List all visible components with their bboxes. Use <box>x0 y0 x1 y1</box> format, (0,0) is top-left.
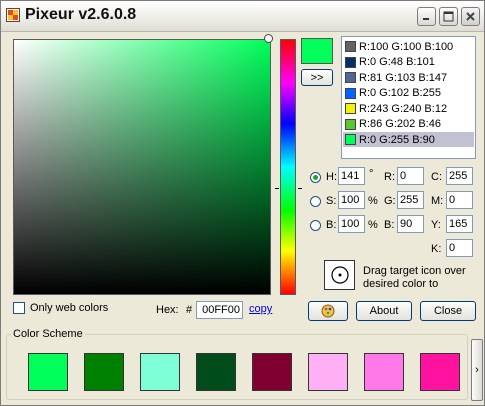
pixeur-window: Pixeur v2.6.0.8 >> R:100 G:100 B:100 R:0 … <box>0 0 485 406</box>
yellow-label: Y: <box>431 219 441 231</box>
color-scheme-title: Color Scheme <box>11 328 85 340</box>
magenta-field[interactable]: 0 <box>446 191 473 209</box>
history-label: R:0 G:102 B:255 <box>359 87 441 99</box>
brightness-unit: % <box>368 219 378 231</box>
red-field[interactable]: 0 <box>397 167 424 185</box>
scheme-swatch[interactable] <box>84 353 124 391</box>
copy-link[interactable]: copy <box>249 303 272 315</box>
web-colors-label: Only web colors <box>30 302 109 314</box>
history-item[interactable]: R:0 G:48 B:101 <box>343 55 474 70</box>
history-item[interactable]: R:86 G:202 B:46 <box>343 117 474 132</box>
hue-slider[interactable] <box>280 39 296 295</box>
history-swatch <box>345 134 356 145</box>
black-field[interactable]: 0 <box>446 239 473 257</box>
black-label: K: <box>431 243 442 255</box>
history-swatch <box>345 56 356 68</box>
cyan-field[interactable]: 255 <box>446 167 473 185</box>
add-to-history-button[interactable]: >> <box>301 69 333 86</box>
app-icon <box>6 8 20 22</box>
history-label: R:86 G:202 B:46 <box>359 118 441 130</box>
target-icon <box>330 266 349 284</box>
scheme-swatch[interactable] <box>420 353 460 391</box>
history-item[interactable]: R:243 G:240 B:12 <box>343 101 474 116</box>
target-instructions: Drag target icon over desired color to <box>363 265 466 290</box>
scheme-swatch[interactable] <box>28 353 68 391</box>
target-dropper[interactable] <box>324 260 355 290</box>
hue-field[interactable]: 141 <box>338 167 365 185</box>
close-icon <box>466 12 475 21</box>
hue-marker-right[interactable] <box>298 188 302 189</box>
scheme-swatch[interactable] <box>364 353 404 391</box>
maximize-icon <box>443 11 454 22</box>
saturation-radio[interactable] <box>310 196 321 207</box>
scheme-swatch[interactable] <box>252 353 292 391</box>
saturation-unit: % <box>368 195 378 207</box>
history-item[interactable]: R:100 G:100 B:100 <box>343 39 474 54</box>
scheme-next-button[interactable]: › <box>471 339 483 401</box>
minimize-icon <box>423 18 429 20</box>
scheme-swatch[interactable] <box>196 353 236 391</box>
close-window-button[interactable] <box>461 7 480 26</box>
history-swatch <box>345 118 356 130</box>
about-button[interactable]: About <box>356 301 412 321</box>
web-colors-checkbox[interactable] <box>13 302 25 314</box>
history-swatch <box>345 72 356 83</box>
title-bar[interactable]: Pixeur v2.6.0.8 <box>1 1 484 32</box>
hash-label: # <box>186 304 193 316</box>
close-button[interactable]: Close <box>420 301 476 321</box>
history-label: R:0 G:255 B:90 <box>359 133 435 146</box>
scheme-swatch[interactable] <box>140 353 180 391</box>
green-field[interactable]: 255 <box>397 191 424 209</box>
history-swatch <box>345 41 356 52</box>
red-label: R: <box>384 171 395 183</box>
history-swatch <box>345 87 356 99</box>
pixeur-menu-button[interactable] <box>308 301 348 321</box>
maximize-button[interactable] <box>439 7 458 26</box>
hue-marker-left[interactable] <box>275 188 279 189</box>
history-swatch <box>345 103 356 114</box>
hue-radio[interactable] <box>310 172 321 183</box>
hue-label: H: <box>326 171 337 183</box>
hex-field[interactable]: 00FF00 <box>196 301 243 319</box>
magenta-label: M: <box>431 195 444 207</box>
history-item[interactable]: R:0 G:102 B:255 <box>343 86 474 101</box>
brightness-radio[interactable] <box>310 220 321 231</box>
history-item[interactable]: R:0 G:255 B:90 <box>343 132 474 147</box>
palette-icon <box>321 304 335 318</box>
blue-label: B: <box>384 219 395 231</box>
chevron-right-icon: › <box>475 364 479 376</box>
green-label: G: <box>384 195 396 207</box>
yellow-field[interactable]: 165 <box>446 215 473 233</box>
brightness-field[interactable]: 100 <box>338 215 365 233</box>
history-label: R:0 G:48 B:101 <box>359 56 435 68</box>
history-label: R:243 G:240 B:12 <box>359 102 448 115</box>
scheme-swatch[interactable] <box>308 353 348 391</box>
history-label: R:81 G:103 B:147 <box>359 71 448 84</box>
color-picker-handle[interactable] <box>264 34 273 43</box>
hex-label: Hex: <box>156 304 179 316</box>
color-history-list[interactable]: R:100 G:100 B:100 R:0 G:48 B:101 R:81 G:10… <box>341 36 476 159</box>
saturation-label: S: <box>326 195 337 207</box>
history-item[interactable]: R:81 G:103 B:147 <box>343 70 474 85</box>
saturation-brightness-field[interactable] <box>13 39 271 295</box>
saturation-field[interactable]: 100 <box>338 191 365 209</box>
history-label: R:100 G:100 B:100 <box>359 40 454 53</box>
current-color-swatch <box>301 38 333 64</box>
minimize-button[interactable] <box>417 7 436 26</box>
blue-field[interactable]: 90 <box>397 215 424 233</box>
degree-label: ° <box>369 168 374 180</box>
window-title: Pixeur v2.6.0.8 <box>25 6 137 23</box>
brightness-label: B: <box>326 219 337 231</box>
cyan-label: C: <box>431 171 442 183</box>
